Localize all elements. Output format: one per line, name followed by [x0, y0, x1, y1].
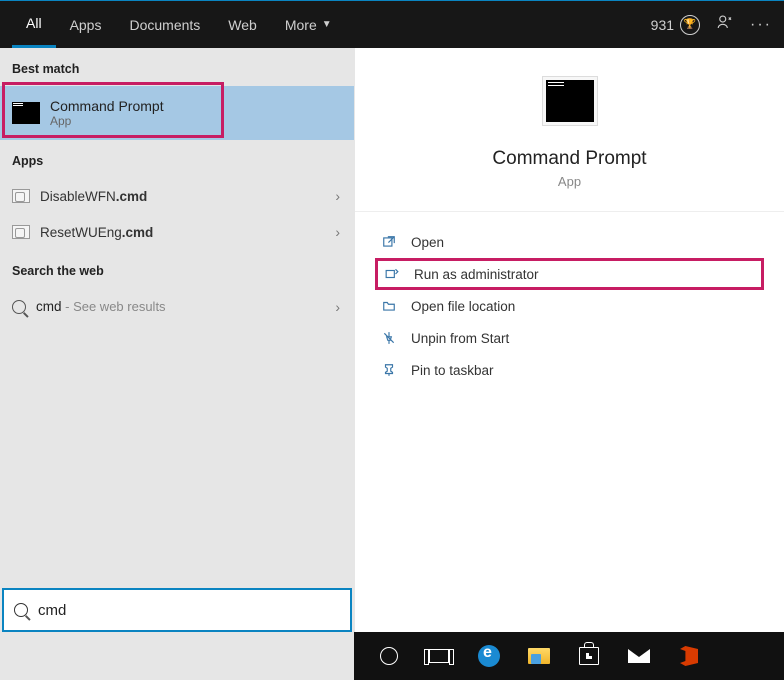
chevron-right-icon: ›: [335, 188, 340, 204]
action-label: Open file location: [411, 299, 515, 314]
cortana-button[interactable]: [366, 632, 412, 680]
search-icon: [12, 300, 26, 314]
search-box[interactable]: [2, 588, 352, 632]
tab-documents[interactable]: Documents: [115, 1, 214, 48]
chevron-right-icon: ›: [335, 224, 340, 240]
tabs-right: 931 🏆 ···: [651, 13, 772, 36]
actions-list: Open Run as administrator Open file loca…: [355, 212, 784, 400]
search-icon: [14, 603, 28, 617]
chevron-right-icon: ›: [335, 299, 340, 315]
section-apps: Apps: [0, 140, 354, 178]
action-label: Open: [411, 235, 444, 250]
best-match-text: Command Prompt App: [50, 98, 164, 128]
tabs-left: All Apps Documents Web More ▼: [12, 1, 346, 48]
command-prompt-icon: [546, 80, 594, 122]
details-subtitle: App: [558, 174, 581, 189]
tab-more[interactable]: More ▼: [271, 1, 346, 48]
best-match-subtitle: App: [50, 114, 164, 128]
file-explorer-button[interactable]: [516, 632, 562, 680]
pin-icon: [381, 362, 397, 378]
app-result-label: DisableWFN.cmd: [40, 189, 147, 204]
command-prompt-icon: [12, 102, 40, 124]
details-header: Command Prompt App: [355, 48, 784, 212]
action-pin-taskbar[interactable]: Pin to taskbar: [375, 354, 764, 386]
store-button[interactable]: [566, 632, 612, 680]
web-result-label: cmd - See web results: [36, 298, 166, 316]
details-panel: Command Prompt App Open Run as administr…: [354, 48, 784, 632]
unpin-icon: [381, 330, 397, 346]
edge-button[interactable]: [466, 632, 512, 680]
action-unpin-start[interactable]: Unpin from Start: [375, 322, 764, 354]
web-result[interactable]: cmd - See web results ›: [0, 288, 354, 326]
edge-icon: [478, 645, 500, 667]
script-icon: [12, 225, 30, 239]
more-options-icon[interactable]: ···: [750, 16, 772, 34]
app-result-label: ResetWUEng.cmd: [40, 225, 153, 240]
action-open[interactable]: Open: [375, 226, 764, 258]
mail-button[interactable]: [616, 632, 662, 680]
action-open-location[interactable]: Open file location: [375, 290, 764, 322]
main-content: Best match Command Prompt App Apps Disab…: [0, 48, 784, 632]
action-label: Unpin from Start: [411, 331, 509, 346]
tab-more-label: More: [285, 17, 317, 33]
chevron-down-icon: ▼: [322, 19, 332, 30]
tab-all[interactable]: All: [12, 1, 56, 48]
action-label: Run as administrator: [414, 267, 539, 282]
tab-web[interactable]: Web: [214, 1, 271, 48]
best-match-title: Command Prompt: [50, 98, 164, 114]
tab-apps[interactable]: Apps: [56, 1, 116, 48]
folder-icon: [381, 298, 397, 314]
task-view-button[interactable]: [416, 632, 462, 680]
cortana-icon: [380, 647, 398, 665]
details-icon-wrap: [542, 76, 598, 126]
open-icon: [381, 234, 397, 250]
taskbar: [354, 632, 784, 680]
action-label: Pin to taskbar: [411, 363, 494, 378]
app-result-1[interactable]: ResetWUEng.cmd ›: [0, 214, 354, 250]
script-icon: [12, 189, 30, 203]
feedback-icon[interactable]: [716, 13, 734, 36]
task-view-icon: [429, 649, 449, 663]
office-button[interactable]: [666, 632, 712, 680]
details-title: Command Prompt: [492, 148, 646, 170]
best-match-item[interactable]: Command Prompt App: [0, 86, 354, 140]
section-web: Search the web: [0, 250, 354, 288]
admin-icon: [384, 266, 400, 282]
action-run-as-admin[interactable]: Run as administrator: [375, 258, 764, 290]
folder-icon: [528, 648, 550, 664]
search-filter-tabs: All Apps Documents Web More ▼ 931 🏆 ···: [0, 0, 784, 48]
medal-icon: 🏆: [680, 15, 700, 35]
app-result-0[interactable]: DisableWFN.cmd ›: [0, 178, 354, 214]
mail-icon: [628, 649, 650, 663]
section-best-match: Best match: [0, 48, 354, 86]
rewards-points[interactable]: 931 🏆: [651, 15, 700, 35]
results-panel: Best match Command Prompt App Apps Disab…: [0, 48, 354, 632]
office-icon: [680, 646, 698, 666]
search-input[interactable]: [38, 602, 340, 619]
points-value: 931: [651, 17, 674, 33]
store-icon: [579, 647, 599, 665]
